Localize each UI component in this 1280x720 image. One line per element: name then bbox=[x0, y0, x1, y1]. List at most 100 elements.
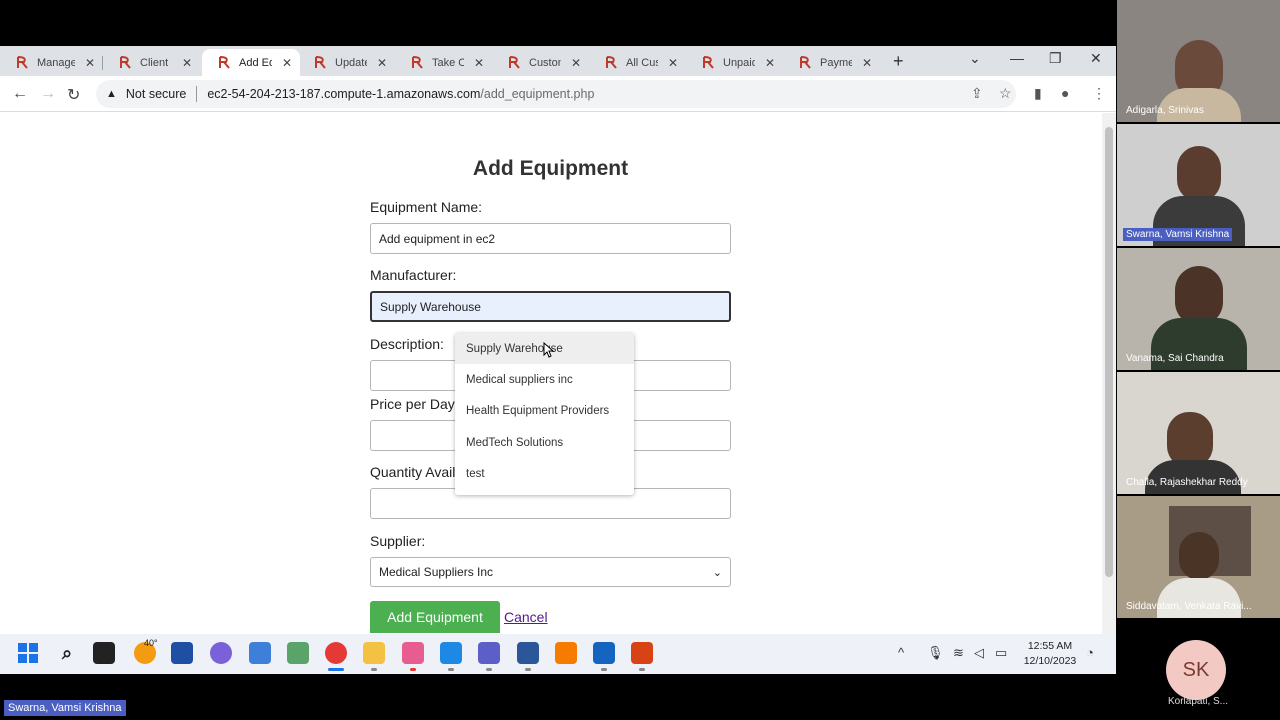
close-window-icon[interactable]: ✕ bbox=[1090, 50, 1102, 67]
notification-bell-icon[interactable]: ◔ bbox=[1086, 645, 1094, 660]
active-speaker-badge: Swarna, Vamsi Krishna bbox=[4, 700, 126, 716]
close-icon[interactable]: ✕ bbox=[85, 56, 95, 70]
tab-customer[interactable]: Custom ✕ bbox=[492, 49, 589, 76]
security-status[interactable]: Not secure bbox=[126, 87, 186, 101]
equipment-name-value: Add equipment in ec2 bbox=[379, 231, 496, 246]
vscode-icon[interactable] bbox=[440, 642, 462, 664]
battery-icon[interactable]: ▭ bbox=[995, 645, 1007, 661]
video-tile[interactable]: Adigarla, Srinivas bbox=[1117, 0, 1280, 122]
snip-tool-icon[interactable] bbox=[402, 642, 424, 664]
share-icon[interactable]: ⇪ bbox=[971, 85, 983, 102]
store-icon[interactable] bbox=[171, 642, 193, 664]
participant-name: Vanama, Sai Chandra bbox=[1126, 353, 1224, 364]
autocomplete-option[interactable]: MedTech Solutions bbox=[455, 427, 634, 458]
teams-icon[interactable] bbox=[478, 642, 500, 664]
close-icon[interactable]: ✕ bbox=[474, 56, 484, 70]
reload-icon[interactable]: ↻ bbox=[67, 85, 80, 105]
close-icon[interactable]: ✕ bbox=[282, 56, 292, 70]
tab-client[interactable]: Client D ✕ bbox=[103, 49, 200, 76]
tab-all-customers[interactable]: All Cust ✕ bbox=[589, 49, 686, 76]
clock[interactable]: 12:55 AM 12/10/2023 bbox=[1018, 639, 1082, 669]
autocomplete-option[interactable]: Health Equipment Providers bbox=[455, 396, 634, 427]
close-icon[interactable]: ✕ bbox=[377, 56, 387, 70]
participant-video bbox=[1177, 146, 1221, 202]
quantity-available-label: Quantity Avail bbox=[370, 464, 456, 480]
volume-icon[interactable]: ◁ bbox=[974, 645, 984, 661]
supplier-select[interactable]: Medical Suppliers Inc ⌄ bbox=[370, 557, 731, 587]
participant-name: Challa, Rajashekhar Reddy bbox=[1126, 477, 1248, 488]
chevron-up-icon[interactable]: ^ bbox=[898, 645, 904, 660]
wifi-icon[interactable]: ≋ bbox=[953, 645, 964, 661]
bookmark-star-icon[interactable]: ☆ bbox=[999, 85, 1012, 102]
close-icon[interactable]: ✕ bbox=[765, 56, 775, 70]
profile-icon[interactable]: ● bbox=[1061, 85, 1069, 101]
tab-take-order[interactable]: Take Or ✕ bbox=[395, 49, 492, 76]
xampp-icon[interactable] bbox=[555, 642, 577, 664]
tab-search-chevron-icon[interactable]: ⌄ bbox=[969, 50, 981, 67]
task-view-icon[interactable] bbox=[93, 642, 115, 664]
close-icon[interactable]: ✕ bbox=[862, 56, 872, 70]
participant-name: Swarna, Vamsi Krishna bbox=[1123, 228, 1233, 241]
site-favicon-icon bbox=[314, 56, 327, 69]
video-tile[interactable]: Vanama, Sai Chandra bbox=[1117, 248, 1280, 370]
running-indicator bbox=[371, 668, 377, 671]
manufacturer-value: Supply Warehouse bbox=[380, 299, 481, 314]
autocomplete-option[interactable]: Medical suppliers inc bbox=[455, 364, 634, 395]
video-tile[interactable]: Challa, Rajashekhar Reddy bbox=[1117, 372, 1280, 494]
site-favicon-icon bbox=[16, 56, 29, 69]
site-favicon-icon bbox=[218, 56, 231, 69]
remote-desktop-icon[interactable] bbox=[593, 642, 615, 664]
back-arrow-icon[interactable]: ← bbox=[12, 85, 28, 103]
side-panel-icon[interactable]: ▮ bbox=[1034, 85, 1042, 102]
scrollbar-thumb[interactable] bbox=[1105, 127, 1113, 577]
chrome-icon[interactable] bbox=[325, 642, 347, 664]
network-app-icon[interactable] bbox=[249, 642, 271, 664]
description-label: Description: bbox=[370, 336, 444, 352]
clock-date: 12/10/2023 bbox=[1023, 655, 1077, 667]
new-tab-plus-icon[interactable]: + bbox=[893, 51, 904, 72]
equipment-name-input[interactable]: Add equipment in ec2 bbox=[370, 223, 731, 254]
powerpoint-icon[interactable] bbox=[631, 642, 653, 664]
close-icon[interactable]: ✕ bbox=[571, 56, 581, 70]
forward-arrow-icon[interactable]: → bbox=[40, 85, 56, 103]
participant-avatar[interactable]: SK bbox=[1166, 640, 1226, 700]
manufacturer-input[interactable]: Supply Warehouse bbox=[370, 291, 731, 322]
browser-toolbar: ← → ↻ ▲ Not secure ec2-54-204-213-187.co… bbox=[0, 76, 1116, 112]
more-menu-icon[interactable]: ⋮ bbox=[1092, 85, 1106, 102]
supplier-label: Supplier: bbox=[370, 533, 426, 549]
windows-start-icon[interactable] bbox=[17, 642, 39, 664]
running-indicator bbox=[410, 668, 416, 671]
tab-payment[interactable]: Paymen ✕ bbox=[783, 49, 880, 76]
price-per-day-label: Price per Day bbox=[370, 396, 455, 412]
video-tile[interactable]: Siddavatam, Venkata Ravi... bbox=[1117, 496, 1280, 618]
autocomplete-option[interactable]: test bbox=[455, 459, 634, 490]
video-tile[interactable]: Swarna, Vamsi Krishna bbox=[1117, 124, 1280, 246]
close-icon[interactable]: ✕ bbox=[668, 56, 678, 70]
running-indicator bbox=[525, 668, 531, 671]
tab-label: Unpaid bbox=[723, 56, 755, 69]
cancel-link[interactable]: Cancel bbox=[504, 609, 548, 625]
running-indicator bbox=[448, 668, 454, 671]
tab-label: Update bbox=[335, 56, 367, 69]
page-title: Add Equipment bbox=[472, 157, 629, 180]
tab-unpaid[interactable]: Unpaid ✕ bbox=[686, 49, 783, 76]
page-scrollbar[interactable] bbox=[1102, 113, 1116, 634]
word-icon[interactable] bbox=[517, 642, 539, 664]
minimize-icon[interactable]: — bbox=[1010, 50, 1024, 66]
address-bar[interactable]: ▲ Not secure ec2-54-204-213-187.compute-… bbox=[96, 80, 1016, 108]
restore-icon[interactable]: ❐ bbox=[1049, 50, 1062, 67]
copilot-icon[interactable] bbox=[210, 642, 232, 664]
tab-manage[interactable]: Manage ✕ bbox=[0, 49, 103, 76]
warning-triangle-icon[interactable]: ▲ bbox=[106, 88, 117, 100]
microphone-icon[interactable]: 🎙 bbox=[927, 645, 944, 661]
divider bbox=[196, 86, 198, 102]
tab-add-equipment[interactable]: Add Equ ✕ bbox=[202, 49, 300, 76]
close-icon[interactable]: ✕ bbox=[182, 56, 192, 70]
snipping-app-icon[interactable] bbox=[287, 642, 309, 664]
tab-label: Take Or bbox=[432, 56, 464, 69]
add-equipment-button[interactable]: Add Equipment bbox=[370, 601, 500, 633]
tab-update[interactable]: Update ✕ bbox=[298, 49, 395, 76]
site-favicon-icon bbox=[119, 56, 132, 69]
file-explorer-icon[interactable] bbox=[363, 642, 385, 664]
search-icon[interactable]: ⌕ bbox=[56, 642, 78, 664]
